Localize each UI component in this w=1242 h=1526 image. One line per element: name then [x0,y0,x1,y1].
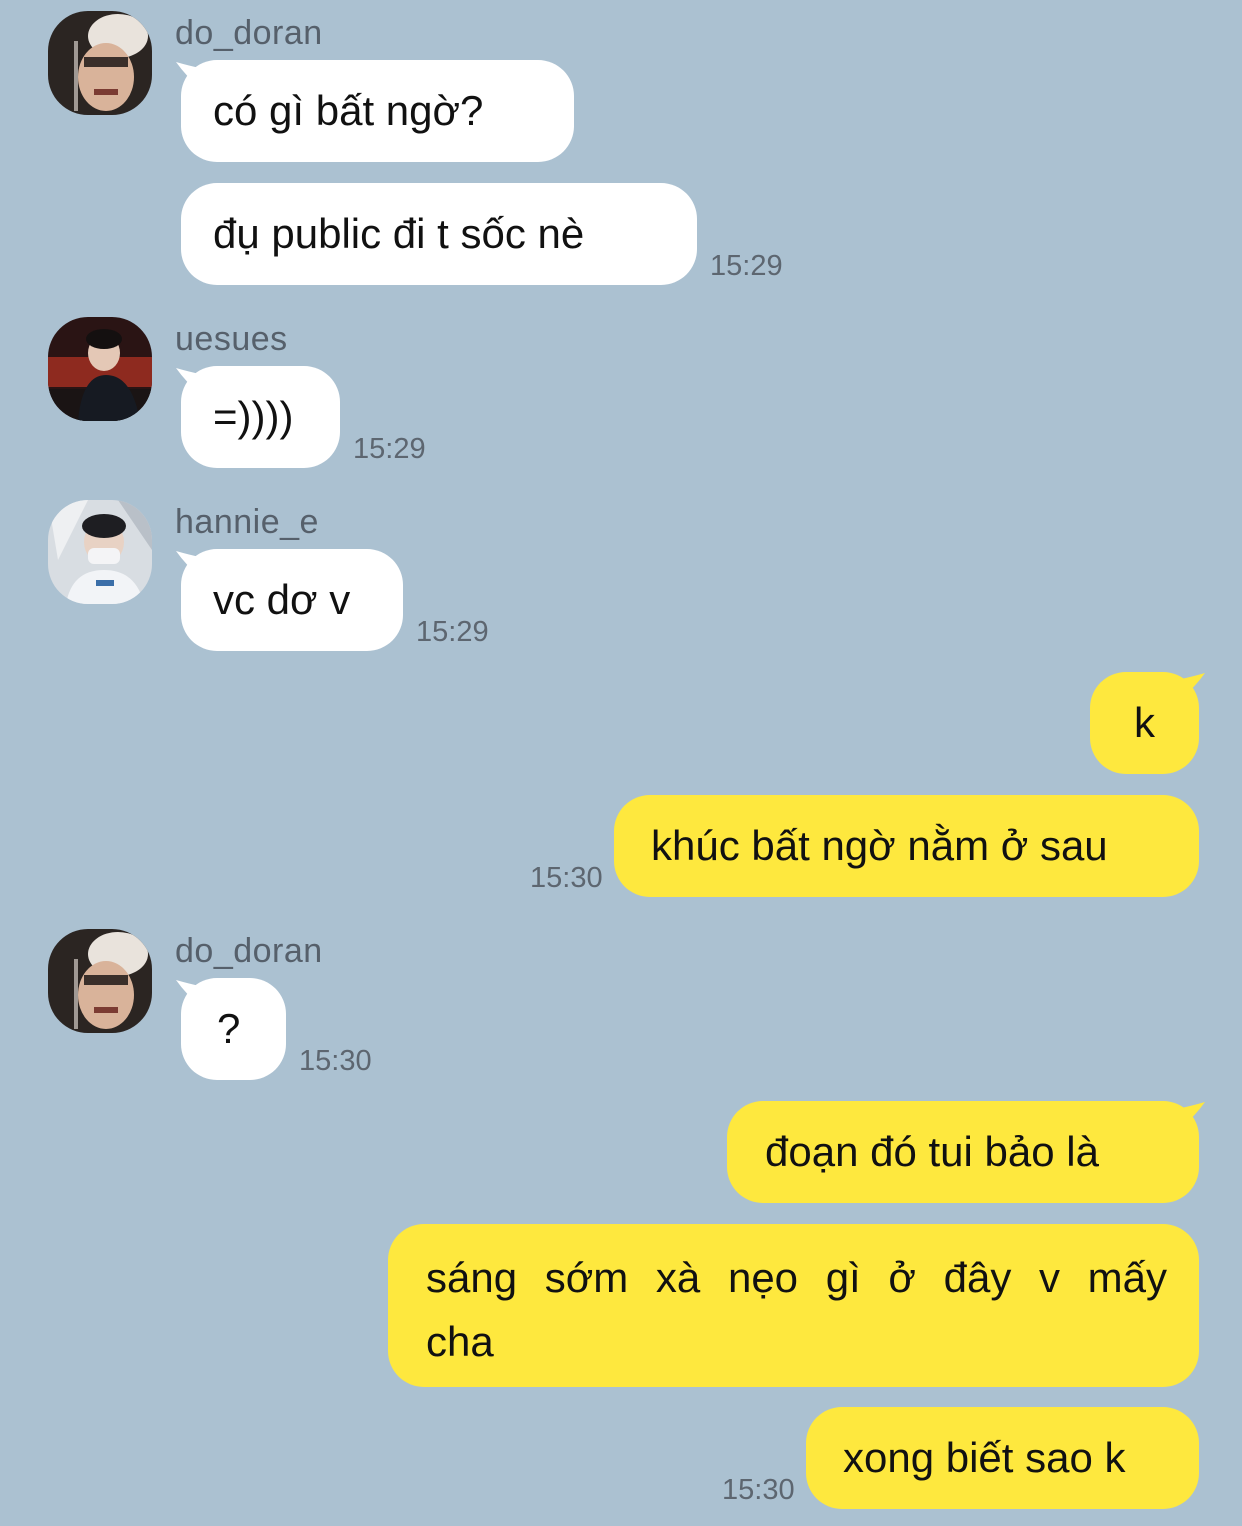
message-text: có gì bất ngờ? [213,87,484,134]
sender-name: do_doran [175,14,323,52]
message-text: đụ public đi t sốc nè [213,210,585,257]
message-text: ? [217,1005,241,1052]
message-timestamp: 15:29 [416,616,489,648]
message-bubble[interactable]: sáng sớm xà nẹo gì ở đây v mấy cha [388,1224,1199,1387]
sender-name: uesues [175,320,288,358]
avatar-do-doran[interactable] [48,929,152,1033]
message-timestamp: 15:29 [353,433,426,465]
avatar-hannie-e[interactable] [48,500,152,604]
avatar-photo-icon [48,929,152,1033]
avatar-photo-icon [48,500,152,604]
message-bubble[interactable]: vc dơ v [181,549,403,651]
message-text: đoạn đó tui bảo là [765,1128,1099,1175]
message-text: xong biết sao k [843,1434,1126,1481]
message-text: vc dơ v [213,576,351,623]
message-bubble[interactable]: đoạn đó tui bảo là [727,1101,1199,1203]
message-text: sáng sớm xà nẹo gì ở đây v mấy cha [426,1254,1167,1365]
message-bubble[interactable]: đụ public đi t sốc nè [181,183,697,285]
message-bubble[interactable]: ? [181,978,286,1080]
sender-name: do_doran [175,932,323,970]
message-bubble[interactable]: =)))) [181,366,340,468]
message-text: khúc bất ngờ nằm ở sau [651,822,1108,869]
avatar-photo-icon [48,317,152,421]
avatar-do-doran[interactable] [48,11,152,115]
message-text: =)))) [213,393,294,440]
message-bubble[interactable]: có gì bất ngờ? [181,60,574,162]
message-timestamp: 15:30 [299,1045,372,1077]
message-bubble[interactable]: khúc bất ngờ nằm ở sau [614,795,1199,897]
message-timestamp: 15:30 [530,862,603,894]
message-timestamp: 15:30 [722,1474,795,1506]
avatar-photo-icon [48,11,152,115]
message-bubble[interactable]: k [1090,672,1199,774]
message-text: k [1134,699,1155,746]
sender-name: hannie_e [175,503,319,541]
message-timestamp: 15:29 [710,250,783,282]
message-bubble[interactable]: xong biết sao k [806,1407,1199,1509]
avatar-uesues[interactable] [48,317,152,421]
